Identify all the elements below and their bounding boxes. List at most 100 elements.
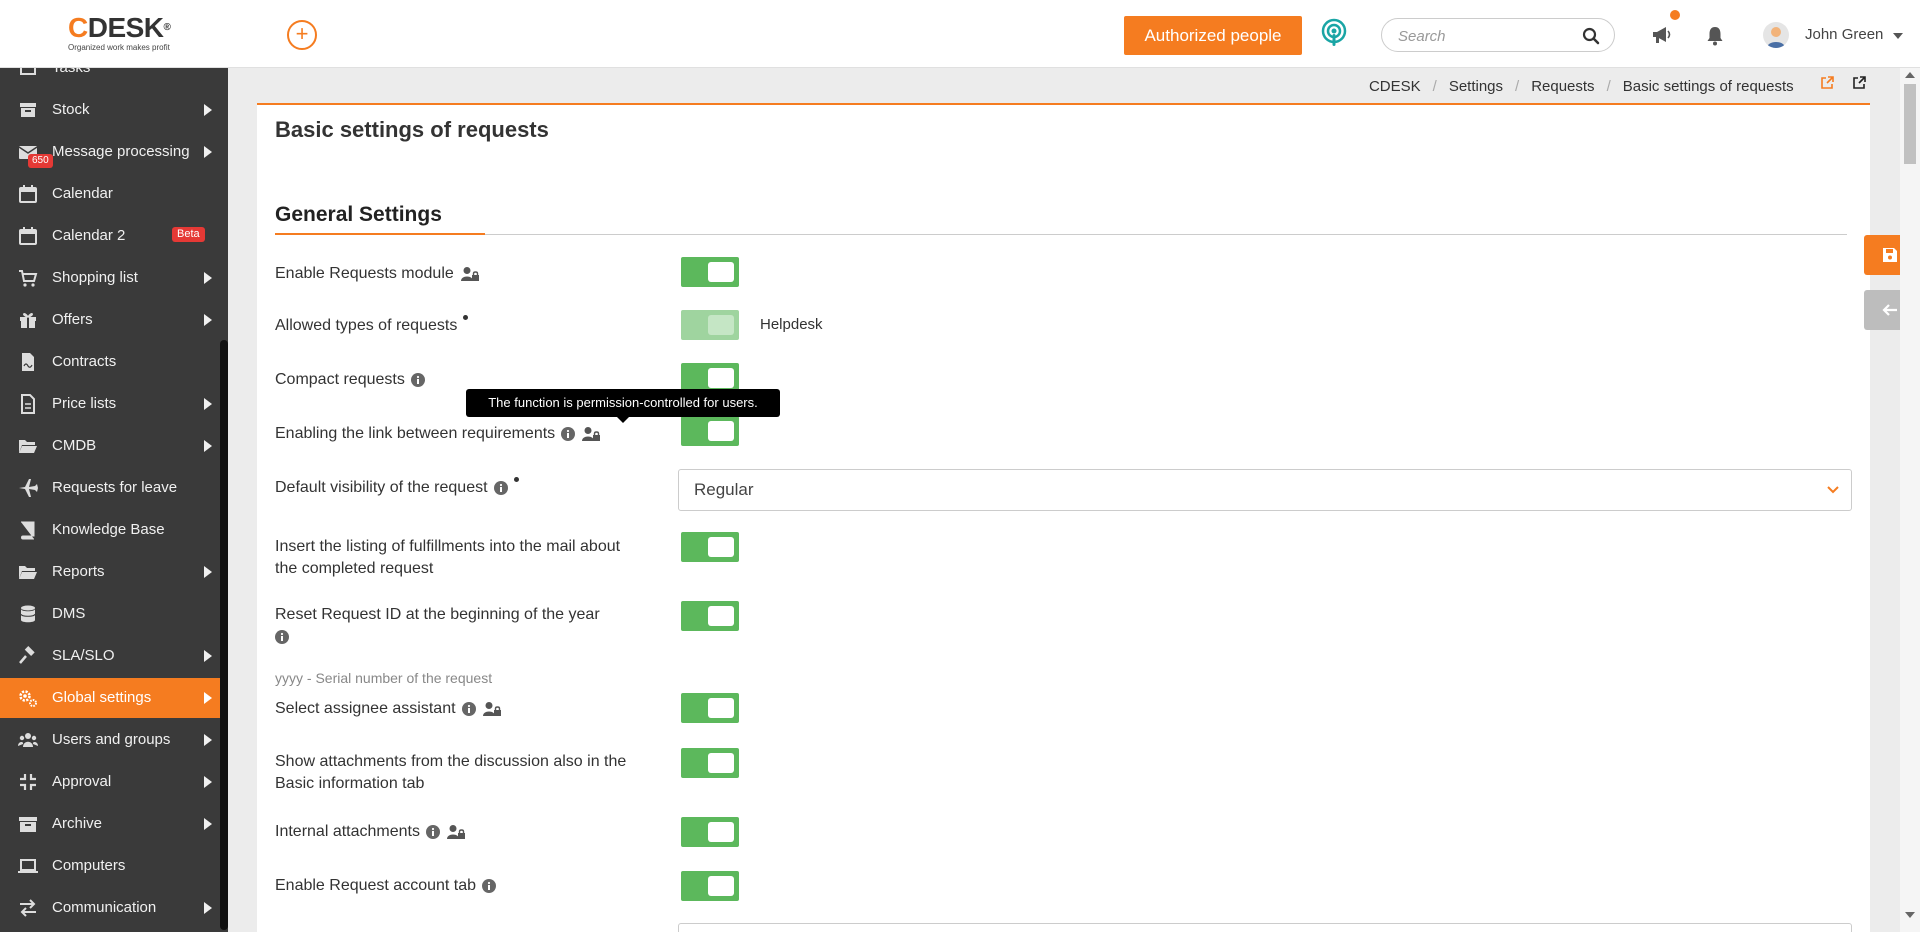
sidebar: Tasks Stock Message processing 650 Calen… <box>0 68 228 932</box>
breadcrumb-item[interactable]: Settings <box>1449 78 1503 95</box>
info-icon[interactable] <box>410 372 425 387</box>
setting-label-internal-attachments: Internal attachments <box>275 821 655 843</box>
required-dot <box>513 477 519 482</box>
toggle-knob <box>708 876 734 896</box>
sidebar-item-computers[interactable]: Computers <box>0 846 220 886</box>
sidebar-item-tasks[interactable]: Tasks <box>0 68 220 88</box>
floppy-disk-icon <box>1883 248 1897 262</box>
document-icon <box>21 394 35 414</box>
toggle-show-attachments[interactable] <box>681 748 739 778</box>
chevron-right-icon <box>204 650 212 662</box>
info-icon[interactable] <box>482 878 497 893</box>
sidebar-item-cmdb[interactable]: CMDB <box>0 426 220 466</box>
toggle-insert-listing[interactable] <box>681 532 739 562</box>
sidebar-item-calendar-2[interactable]: Calendar 2 Beta <box>0 216 220 256</box>
sidebar-item-calendar[interactable]: Calendar <box>0 174 220 214</box>
beta-badge: Beta <box>172 227 205 242</box>
user-lock-icon[interactable] <box>446 824 466 840</box>
setting-label-reset-id: Reset Request ID at the beginning of the… <box>275 604 645 651</box>
toggle-select-assistant[interactable] <box>681 693 739 723</box>
sidebar-scrollbar[interactable] <box>220 340 228 930</box>
next-select[interactable] <box>678 923 1852 932</box>
info-icon[interactable] <box>561 426 576 441</box>
sidebar-item-reports[interactable]: Reports <box>0 552 220 592</box>
chevron-right-icon <box>204 734 212 746</box>
podcast-icon[interactable] <box>1318 18 1350 50</box>
required-dot <box>463 315 469 320</box>
info-icon[interactable] <box>425 824 440 839</box>
breadcrumb-item[interactable]: CDESK <box>1369 78 1421 95</box>
external-link-icon[interactable] <box>1820 76 1834 90</box>
sidebar-item-offers[interactable]: Offers <box>0 300 220 340</box>
setting-label-insert-listing: Insert the listing of fulfillments into … <box>275 538 621 577</box>
page-title: Basic settings of requests <box>275 117 549 142</box>
toggle-knob <box>708 262 734 282</box>
sidebar-item-requests-for-leave[interactable]: Requests for leave <box>0 468 220 508</box>
bell-icon[interactable] <box>1706 26 1724 46</box>
user-lock-icon[interactable] <box>482 701 502 717</box>
database-icon <box>20 605 36 623</box>
reset-id-hint: yyyy - Serial number of the request <box>275 670 493 686</box>
info-icon[interactable] <box>461 701 476 716</box>
arrow-left-icon <box>1882 304 1897 316</box>
toggle-knob <box>708 537 734 557</box>
avatar[interactable] <box>1763 22 1789 48</box>
user-name[interactable]: John Green <box>1805 26 1883 43</box>
chevron-right-icon <box>204 776 212 788</box>
info-icon[interactable] <box>493 480 508 495</box>
section-divider <box>275 234 1847 235</box>
user-lock-icon[interactable] <box>581 426 601 442</box>
toggle-enable-requests[interactable] <box>681 257 739 287</box>
sidebar-item-communication[interactable]: Communication <box>0 888 220 928</box>
sidebar-item-contracts[interactable]: Contracts <box>0 342 220 382</box>
chevron-down-icon[interactable] <box>1893 33 1903 39</box>
chevron-right-icon <box>204 104 212 116</box>
chevron-right-icon <box>204 902 212 914</box>
archive-icon <box>19 817 37 832</box>
page-scrollbar-thumb[interactable] <box>1904 84 1916 164</box>
search-icon[interactable] <box>1582 27 1600 45</box>
toggle-enabling-link[interactable] <box>681 416 739 446</box>
breadcrumb-item[interactable]: Requests <box>1531 78 1594 95</box>
sidebar-item-message-processing[interactable]: Message processing 650 <box>0 132 220 172</box>
sidebar-item-archive[interactable]: Archive <box>0 804 220 844</box>
authorized-people-button[interactable]: Authorized people <box>1124 16 1302 55</box>
sidebar-item-dms[interactable]: DMS <box>0 594 220 634</box>
toggle-knob <box>708 368 734 388</box>
toggle-enable-account-tab[interactable] <box>681 871 739 901</box>
toggle-reset-id[interactable] <box>681 601 739 631</box>
sidebar-item-price-lists[interactable]: Price lists <box>0 384 220 424</box>
gift-icon <box>20 313 36 328</box>
setting-label-enabling-link: Enabling the link between requirements <box>275 423 655 445</box>
chevron-right-icon <box>204 146 212 158</box>
compress-icon <box>20 774 36 790</box>
user-lock-icon[interactable] <box>460 266 480 282</box>
default-visibility-select[interactable]: Regular <box>678 469 1852 511</box>
sidebar-item-shopping-list[interactable]: Shopping list <box>0 258 220 298</box>
cdesk-logo[interactable]: CDESK® Organized work makes profit <box>68 14 193 54</box>
sidebar-item-stock[interactable]: Stock <box>0 90 220 130</box>
page-scrollbar[interactable] <box>1900 68 1920 932</box>
sidebar-item-knowledge-base[interactable]: Knowledge Base <box>0 510 220 550</box>
sidebar-item-global-settings[interactable]: Global settings <box>0 678 220 718</box>
folder-open-icon <box>19 566 37 579</box>
sidebar-item-approval[interactable]: Approval <box>0 762 220 802</box>
sidebar-item-users-and-groups[interactable]: Users and groups <box>0 720 220 760</box>
search-box <box>1381 18 1615 52</box>
book-icon <box>21 521 35 540</box>
plane-icon <box>19 479 38 497</box>
stock-icon <box>20 103 36 117</box>
search-input[interactable] <box>1398 25 1578 47</box>
toggle-internal-attachments[interactable] <box>681 817 739 847</box>
scroll-up-arrow[interactable] <box>1905 72 1915 78</box>
scroll-down-arrow[interactable] <box>1905 912 1915 918</box>
open-new-window-icon[interactable] <box>1852 76 1866 90</box>
add-button[interactable]: + <box>287 20 317 50</box>
exchange-icon <box>20 899 36 917</box>
sidebar-item-sla-slo[interactable]: SLA/SLO <box>0 636 220 676</box>
megaphone-icon[interactable] <box>1651 24 1673 46</box>
chevron-down-icon <box>1827 486 1839 494</box>
info-icon[interactable] <box>275 630 289 644</box>
setting-label-show-attachments: Show attachments from the discussion als… <box>275 753 627 792</box>
toggle-allowed-types-helpdesk[interactable] <box>681 310 739 340</box>
